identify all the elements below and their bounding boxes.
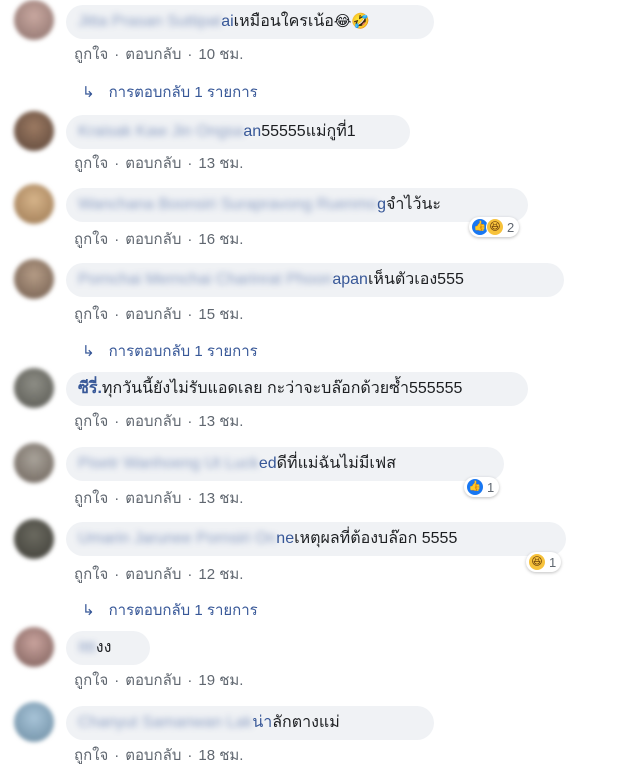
comment-text: เห็นตัวเอง555 — [367, 271, 464, 288]
comment-actions: ถูกใจ · ตอบกลับ · 12 ชม. — [74, 566, 244, 583]
avatar[interactable] — [14, 519, 54, 559]
commenter-name[interactable]: Pornchai Mernchai Charinrat Phoon — [78, 270, 332, 290]
reply-link[interactable]: ตอบกลับ — [125, 231, 181, 248]
timestamp[interactable]: 12 ชม. — [198, 566, 243, 583]
view-replies-link[interactable]: ↳ การตอบกลับ 1 รายการ — [82, 339, 258, 363]
reaction-summary[interactable]: 👍 1 — [464, 477, 500, 497]
reply-arrow-icon: ↳ — [82, 343, 95, 360]
haha-reaction-icon: 😆 — [528, 553, 546, 571]
comment-bubble: Jitta Prasan Suttipat ai เหมือนใครเน้อ 😂🤣 — [66, 5, 434, 39]
avatar[interactable] — [14, 627, 54, 667]
reaction-count: 1 — [487, 479, 495, 495]
comment-text: ดีที่แม่ฉันไม่มีเฟส — [276, 455, 396, 472]
comment-bubble: ซีรี่. ทุกวันนี้ยังไม่รับแอดเลย กะว่าจะบ… — [66, 372, 528, 406]
comment-actions: ถูกใจ · ตอบกลับ · 10 ชม. — [74, 46, 244, 63]
commenter-name-tail[interactable]: ed — [259, 454, 277, 474]
replies-count[interactable]: การตอบกลับ 1 รายการ — [109, 339, 258, 363]
like-link[interactable]: ถูกใจ — [74, 747, 108, 764]
comment-text: 55555แม่กูที่1 — [261, 123, 356, 140]
timestamp[interactable]: 13 ชม. — [198, 413, 243, 430]
comment-bubble: Pisetr Wanhoeng Ut Luck ed ดีที่แม่ฉันไม่… — [66, 447, 504, 481]
commenter-name[interactable]: Pisetr Wanhoeng Ut Luck — [78, 454, 259, 474]
commenter-name-tail[interactable]: g — [377, 195, 386, 215]
comment-bubble: Wanchana Boonsiri Surapravong Ruenmo g จำไ… — [66, 188, 528, 222]
reaction-count: 2 — [507, 219, 515, 235]
avatar[interactable] — [14, 443, 54, 483]
comment-actions: ถูกใจ · ตอบกลับ · 16 ชม. — [74, 231, 244, 248]
timestamp[interactable]: 16 ชม. — [198, 231, 243, 248]
comment-actions: ถูกใจ · ตอบกลับ · 15 ชม. — [74, 306, 244, 323]
reply-link[interactable]: ตอบกลับ — [125, 155, 181, 172]
reply-link[interactable]: ตอบกลับ — [125, 747, 181, 764]
comment-text: เหมือนใครเน้อ — [233, 13, 334, 30]
like-link[interactable]: ถูกใจ — [74, 566, 108, 583]
view-replies-link[interactable]: ↳ การตอบกลับ 1 รายการ — [82, 80, 258, 104]
view-replies-link[interactable]: ↳ การตอบกลับ 1 รายการ — [82, 598, 258, 622]
comment-actions: ถูกใจ · ตอบกลับ · 13 ชม. — [74, 155, 244, 172]
avatar[interactable] — [14, 259, 54, 299]
comment-bubble: Ittt งง — [66, 631, 150, 665]
comment-actions: ถูกใจ · ตอบกลับ · 19 ชม. — [74, 672, 244, 689]
reaction-summary[interactable]: 😆 1 — [526, 552, 562, 572]
replies-count[interactable]: การตอบกลับ 1 รายการ — [109, 598, 258, 622]
reply-link[interactable]: ตอบกลับ — [125, 566, 181, 583]
like-link[interactable]: ถูกใจ — [74, 490, 108, 507]
comment-bubble: Umarin Jarunee Pornsiri On ne เหตุผลที่ต้… — [66, 522, 566, 556]
comment-text: เหตุผลที่ต้องบล๊อก 5555 — [294, 530, 458, 547]
reply-arrow-icon: ↳ — [82, 84, 95, 101]
comment-bubble: Pornchai Mernchai Charinrat Phoon apan เห… — [66, 263, 564, 297]
commenter-name[interactable]: Umarin Jarunee Pornsiri On — [78, 529, 276, 549]
commenter-name-tail[interactable]: น่า — [252, 713, 272, 733]
commenter-name[interactable]: Ittt — [78, 638, 96, 658]
commenter-name-tail[interactable]: ai — [221, 12, 233, 32]
avatar[interactable] — [14, 184, 54, 224]
like-link[interactable]: ถูกใจ — [74, 672, 108, 689]
commenter-name-tail[interactable]: ne — [276, 529, 294, 549]
comment-text: ลักตางแม่ — [272, 714, 340, 731]
commenter-name[interactable]: Jitta Prasan Suttipat — [78, 12, 221, 32]
reply-link[interactable]: ตอบกลับ — [125, 672, 181, 689]
commenter-name-tail[interactable]: apan — [332, 270, 368, 290]
comment-actions: ถูกใจ · ตอบกลับ · 18 ชม. — [74, 747, 244, 764]
timestamp[interactable]: 13 ชม. — [198, 155, 243, 172]
like-link[interactable]: ถูกใจ — [74, 231, 108, 248]
reaction-summary[interactable]: 👍 😆 2 — [469, 217, 520, 237]
comment-bubble: Chanyut Samanwan Lak น่า ลักตางแม่ — [66, 706, 434, 740]
timestamp[interactable]: 10 ชม. — [198, 46, 243, 63]
comment-actions: ถูกใจ · ตอบกลับ · 13 ชม. — [74, 413, 244, 430]
comment-text: งง — [95, 639, 112, 656]
like-reaction-icon: 👍 — [466, 478, 484, 496]
haha-reaction-icon: 😆 — [486, 218, 504, 236]
commenter-name[interactable]: Chanyut Samanwan Lak — [78, 713, 252, 733]
commenter-name[interactable]: ซีรี่. — [78, 379, 102, 399]
timestamp[interactable]: 18 ชม. — [198, 747, 243, 764]
replies-count[interactable]: การตอบกลับ 1 รายการ — [109, 80, 258, 104]
reply-link[interactable]: ตอบกลับ — [125, 413, 181, 430]
avatar[interactable] — [14, 111, 54, 151]
timestamp[interactable]: 13 ชม. — [198, 490, 243, 507]
timestamp[interactable]: 15 ชม. — [198, 306, 243, 323]
reply-arrow-icon: ↳ — [82, 602, 95, 619]
commenter-name[interactable]: Kraisak Kaw Jin Ongsa — [78, 122, 243, 142]
commenter-name[interactable]: Wanchana Boonsiri Surapravong Ruenmo — [78, 195, 377, 215]
reply-link[interactable]: ตอบกลับ — [125, 490, 181, 507]
comment-bubble: Kraisak Kaw Jin Ongsa an 55555แม่กูที่1 — [66, 115, 410, 149]
timestamp[interactable]: 19 ชม. — [198, 672, 243, 689]
reply-link[interactable]: ตอบกลับ — [125, 306, 181, 323]
like-link[interactable]: ถูกใจ — [74, 413, 108, 430]
avatar[interactable] — [14, 368, 54, 408]
like-link[interactable]: ถูกใจ — [74, 155, 108, 172]
avatar[interactable] — [14, 702, 54, 742]
comment-text: จำไว้นะ — [386, 196, 441, 213]
avatar[interactable] — [14, 0, 54, 40]
comment-actions: ถูกใจ · ตอบกลับ · 13 ชม. — [74, 490, 244, 507]
comment-text: ทุกวันนี้ยังไม่รับแอดเลย กะว่าจะบล๊อกด้ว… — [101, 380, 463, 397]
like-link[interactable]: ถูกใจ — [74, 46, 108, 63]
emoji-laugh-icon: 😂🤣 — [333, 13, 371, 30]
like-link[interactable]: ถูกใจ — [74, 306, 108, 323]
reaction-count: 1 — [549, 554, 557, 570]
commenter-name-tail[interactable]: an — [243, 122, 261, 142]
reply-link[interactable]: ตอบกลับ — [125, 46, 181, 63]
